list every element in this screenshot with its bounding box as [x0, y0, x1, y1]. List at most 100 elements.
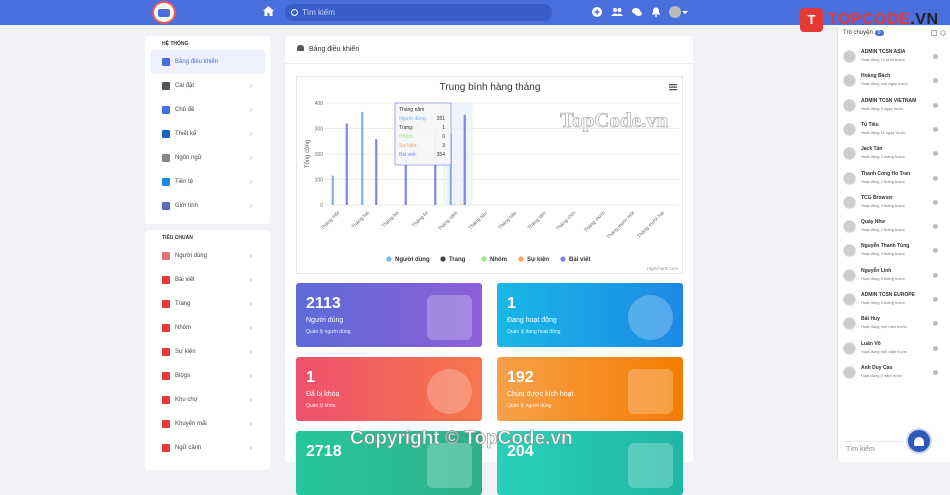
- sidebar-item[interactable]: Thiết kế›: [145, 122, 270, 146]
- avatar: [843, 342, 856, 355]
- stat-card[interactable]: 2718: [296, 431, 482, 495]
- online-status-dot: [933, 248, 938, 253]
- legend-label[interactable]: Bài viết: [569, 256, 590, 263]
- search-input[interactable]: Tìm kiếm: [285, 4, 552, 21]
- stat-sublabel: Quản lý đang hoạt động: [507, 329, 560, 335]
- chart-menu-icon[interactable]: [669, 84, 677, 85]
- chat-friend-item[interactable]: Nguyễn LinhHoạt động 3 tháng trước: [838, 265, 950, 289]
- legend-label[interactable]: Sự kiện: [527, 257, 549, 263]
- chat-friend-item[interactable]: ADMIN TCSN EUROPEHoạt động 5 tháng trước: [838, 289, 950, 313]
- notification-bell-button[interactable]: [906, 428, 932, 454]
- chat-friend-item[interactable]: ADMIN TCSN VIETNAMHoạt động 4 ngày trước: [838, 95, 950, 119]
- sidebar-item[interactable]: Tiền tệ›: [145, 170, 270, 194]
- site-logo[interactable]: [152, 1, 176, 24]
- x-tick-label: Tháng một: [320, 210, 342, 232]
- chat-friend-item[interactable]: Quảy NhưHoạt động 2 tháng trước: [838, 216, 950, 240]
- chat-friend-item[interactable]: Anh Duy CaoHoạt động 2 năm trước: [838, 362, 950, 386]
- stat-card[interactable]: 1Đã bị khóaQuản lý khóa: [296, 357, 482, 421]
- avatar: [843, 244, 856, 257]
- calendar-icon: [162, 348, 170, 356]
- chat-friend-item[interactable]: ADMIN TCSN ASIAHoạt động 12 phút trước: [838, 46, 950, 70]
- friend-name: Jack Tân: [861, 146, 882, 152]
- sidebar-item[interactable]: Bài viết›: [145, 268, 270, 292]
- chat-friend-item[interactable]: Hoàng Bách Hoạt động một ngày trước: [838, 70, 950, 94]
- sidebar-item[interactable]: Khuyến mãi›: [145, 412, 270, 436]
- sidebar-item-label: Người dùng: [175, 253, 207, 259]
- chevron-right-icon: ›: [250, 421, 252, 428]
- add-icon[interactable]: [592, 7, 602, 17]
- sidebar-item[interactable]: Trang›: [145, 292, 270, 316]
- chart-credits[interactable]: Highcharts.com: [647, 266, 679, 271]
- stat-card[interactable]: 2113Người dùngQuản lý người dùng: [296, 283, 482, 347]
- edit-icon[interactable]: [931, 30, 937, 36]
- chat-friend-item[interactable]: Jack TânHoạt động 3 tháng trước: [838, 143, 950, 167]
- sidebar-item[interactable]: Cài đặt›: [145, 74, 270, 98]
- tooltip-label: Trang:: [399, 125, 413, 131]
- group-icon: [162, 324, 170, 332]
- legend-marker[interactable]: [386, 256, 391, 261]
- bell-icon[interactable]: [651, 7, 661, 17]
- sidebar-item[interactable]: Chủ đề›: [145, 98, 270, 122]
- user-avatar[interactable]: [669, 6, 681, 18]
- stat-card[interactable]: 192Chưa được kích hoạtQuản lý người dùng: [497, 357, 683, 421]
- chat-friend-item[interactable]: Tú TiêuHoạt động 11 ngày trước: [838, 119, 950, 143]
- x-tick-label: Tháng ba: [381, 210, 400, 229]
- sidebar-item[interactable]: Bảng điều khiển: [150, 50, 265, 74]
- chat-friend-item[interactable]: Thanh Cong Ho TranHoạt động 2 tháng trướ…: [838, 168, 950, 192]
- chat-friend-item[interactable]: Bất HuyHoạt động một năm trước: [838, 313, 950, 337]
- chat-friend-item[interactable]: Nguyễn Thanh TùngHoạt động 3 tháng trước: [838, 240, 950, 264]
- chart-menu-icon[interactable]: [669, 89, 677, 90]
- sidebar-item[interactable]: Nhóm›: [145, 316, 270, 340]
- chevron-down-icon[interactable]: [682, 7, 688, 17]
- friend-status: Hoạt động 2 tháng trước: [861, 227, 905, 232]
- friend-status: Hoạt động một năm trước: [861, 349, 907, 354]
- sidebar-item-label: Giới tính: [175, 203, 198, 209]
- legend-marker[interactable]: [481, 256, 486, 261]
- messages-icon[interactable]: [632, 7, 642, 17]
- chat-header: Trò chuyện0: [843, 30, 884, 36]
- blog-icon: [162, 372, 170, 380]
- monitor-icon: [162, 106, 170, 114]
- sidebar-item[interactable]: Blogs›: [145, 364, 270, 388]
- chevron-right-icon: ›: [250, 397, 252, 404]
- online-status-dot: [933, 321, 938, 326]
- friend-status: Hoạt động một ngày trước: [861, 81, 908, 86]
- stat-label: Người dùng: [306, 317, 343, 324]
- bar-Bài viết[interactable]: [375, 139, 377, 205]
- legend-label[interactable]: Nhóm: [490, 257, 507, 263]
- divider: [285, 63, 693, 64]
- bar-Người dùng[interactable]: [361, 112, 363, 205]
- online-status-dot: [933, 78, 938, 83]
- sidebar-item[interactable]: Giới tính›: [145, 194, 270, 218]
- stat-card[interactable]: 204: [497, 431, 683, 495]
- chart-menu-icon[interactable]: [669, 87, 677, 88]
- legend-marker[interactable]: [560, 256, 565, 261]
- friend-status: Hoạt động 12 phút trước: [861, 57, 905, 62]
- bar-Bài viết[interactable]: [346, 123, 348, 205]
- avatar: [843, 366, 856, 379]
- sidebar-item[interactable]: Ngữ cảnh›: [145, 436, 270, 460]
- friends-icon[interactable]: [611, 7, 623, 17]
- home-icon[interactable]: [263, 6, 274, 16]
- legend-marker[interactable]: [440, 256, 445, 261]
- sidebar-item[interactable]: Khu chợ›: [145, 388, 270, 412]
- legend-label[interactable]: Người dùng: [395, 257, 430, 263]
- chat-friend-item[interactable]: TCG BrowserHoạt động 3 tháng trước: [838, 192, 950, 216]
- chat-friend-item[interactable]: Luân VõHoạt động một năm trước: [838, 338, 950, 362]
- avatar: [843, 99, 856, 112]
- friend-name: Hoàng Bách: [861, 73, 890, 79]
- bar-Bài viết[interactable]: [464, 115, 466, 205]
- users-icon: [162, 252, 170, 260]
- bar-Sự kiện[interactable]: [460, 204, 462, 205]
- online-status-dot: [933, 273, 938, 278]
- legend-label[interactable]: Trang: [449, 257, 466, 263]
- sidebar-item[interactable]: Sự kiện›: [145, 340, 270, 364]
- money-icon: [162, 178, 170, 186]
- sidebar-item[interactable]: Ngôn ngữ›: [145, 146, 270, 170]
- stat-card[interactable]: 1Đang hoạt độngQuản lý đang hoạt động: [497, 283, 683, 347]
- sidebar-item[interactable]: Người dùng›: [145, 244, 270, 268]
- gear-icon[interactable]: [940, 30, 946, 36]
- bar-Người dùng[interactable]: [332, 176, 334, 205]
- sidebar-item-label: Bảng điều khiển: [175, 59, 218, 65]
- legend-marker[interactable]: [518, 256, 523, 261]
